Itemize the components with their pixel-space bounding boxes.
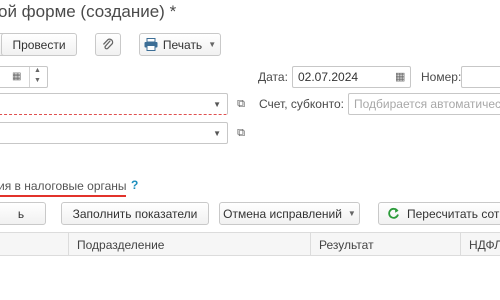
action-button[interactable]: ь <box>0 202 46 225</box>
printer-icon <box>144 38 158 51</box>
post-button-label: Провести <box>12 37 66 52</box>
tax-authority-link[interactable]: ия в налоговые органы <box>0 179 127 193</box>
account-label: Счет, субконто: <box>259 97 344 111</box>
fill-indicators-label: Заполнить показатели <box>72 206 198 221</box>
fill-indicators-button[interactable]: Заполнить показатели <box>61 202 209 225</box>
post-button[interactable]: Провести <box>1 33 77 56</box>
column-header-result[interactable]: Результат <box>319 238 374 252</box>
attach-file-button[interactable] <box>95 33 121 56</box>
account-placeholder: Подбирается автоматическ <box>354 97 500 111</box>
calendar-icon[interactable]: ▦ <box>12 71 21 82</box>
open-icon[interactable]: ⧉ <box>234 126 248 140</box>
recalculate-label: Пересчитать сотр <box>407 206 500 221</box>
chevron-down-icon[interactable]: ▼ <box>213 100 221 109</box>
action-button-label: ь <box>17 206 25 221</box>
department-field[interactable]: ▼ <box>0 122 228 144</box>
number-field[interactable] <box>461 66 500 88</box>
spinner-up-icon[interactable]: ▲ <box>34 67 41 74</box>
date-value: 02.07.2024 <box>298 70 359 84</box>
column-header-department[interactable]: Подразделение <box>77 238 164 252</box>
recalculate-button[interactable]: Пересчитать сотр <box>378 202 500 225</box>
print-button-label: Печать <box>162 37 203 52</box>
print-button[interactable]: Печать ▼ <box>139 33 221 56</box>
number-label: Номер: <box>421 70 462 84</box>
time-field[interactable]: ▦ ▲ ▼ <box>0 66 48 88</box>
account-field[interactable]: Подбирается автоматическ <box>348 93 500 115</box>
date-label: Дата: <box>258 70 288 84</box>
chevron-down-icon: ▼ <box>208 40 217 49</box>
calendar-icon[interactable]: ▦ <box>395 70 405 83</box>
chevron-down-icon: ▼ <box>347 209 356 218</box>
open-icon[interactable]: ⧉ <box>234 97 248 111</box>
chevron-down-icon[interactable]: ▼ <box>213 129 221 138</box>
highlight-underline <box>0 195 126 197</box>
help-icon[interactable]: ? <box>131 178 138 192</box>
cancel-corrections-button[interactable]: Отмена исправлений ▼ <box>219 202 360 225</box>
refresh-icon <box>388 207 399 219</box>
cancel-corrections-label: Отмена исправлений <box>223 206 342 221</box>
spinner-down-icon[interactable]: ▼ <box>34 77 41 84</box>
column-header-ndfl[interactable]: НДФЛ <box>469 238 500 252</box>
table-header: Подразделение Результат НДФЛ <box>0 232 500 256</box>
page-title: ой форме (создание) * <box>0 2 177 21</box>
paperclip-icon <box>103 38 114 49</box>
organization-field[interactable]: ▼ <box>0 93 228 115</box>
date-field[interactable]: 02.07.2024 ▦ <box>292 66 411 88</box>
